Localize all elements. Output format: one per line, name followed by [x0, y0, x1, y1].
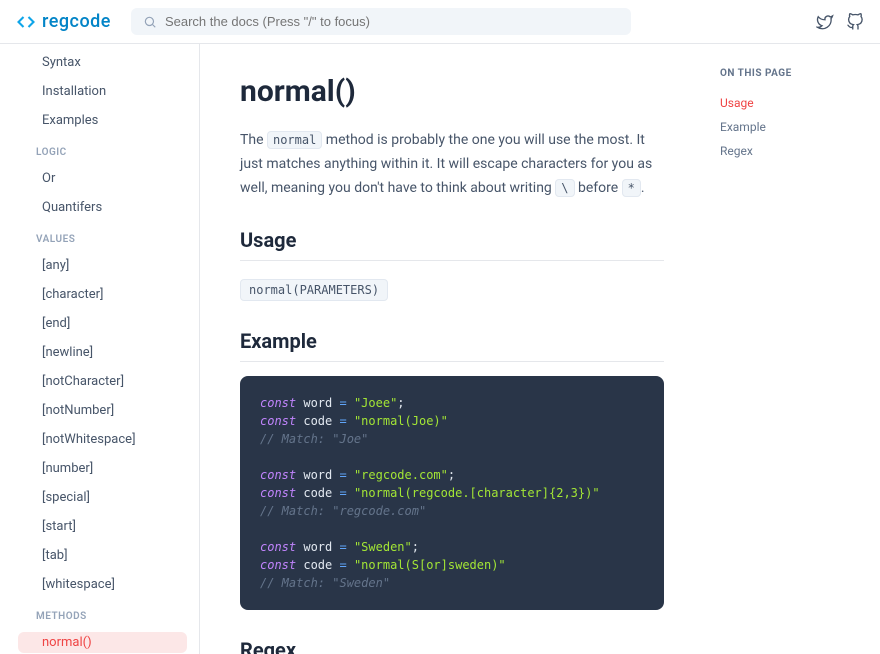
sidebar-item[interactable]: [special]	[18, 487, 187, 508]
sidebar-item[interactable]: [whitespace]	[18, 574, 187, 595]
page-title: normal()	[240, 74, 664, 109]
code-inline: *	[622, 179, 641, 197]
sidebar-item[interactable]: [any]	[18, 255, 187, 276]
code-inline: \	[555, 179, 574, 197]
sidebar-item[interactable]: [notCharacter]	[18, 371, 187, 392]
search-box[interactable]	[131, 8, 631, 35]
sidebar-group-label: LOGIC	[0, 135, 199, 164]
example-code-block: const word = "Joee"; const code = "norma…	[240, 376, 664, 610]
logo-icon	[16, 12, 36, 32]
sidebar-item[interactable]: Quantifers	[18, 197, 187, 218]
sidebar-item[interactable]: Syntax	[18, 52, 187, 73]
github-icon[interactable]	[846, 13, 864, 31]
toc: ON THIS PAGE UsageExampleRegex	[704, 44, 880, 654]
sidebar-item[interactable]: [end]	[18, 313, 187, 334]
heading-regex: Regex	[240, 638, 664, 654]
sidebar-item[interactable]: [notWhitespace]	[18, 429, 187, 450]
heading-example: Example	[240, 329, 664, 362]
sidebar-item[interactable]: [character]	[18, 284, 187, 305]
toc-item[interactable]: Usage	[720, 91, 864, 115]
toc-item[interactable]: Regex	[720, 139, 864, 163]
sidebar-item[interactable]: Examples	[18, 110, 187, 131]
sidebar: Syntax Installation Examples LOGIC Or Quantif…	[0, 44, 200, 654]
usage-code: normal(PARAMETERS)	[240, 279, 388, 301]
main-content: normal() The normal method is probably t…	[200, 44, 704, 654]
sidebar-group-label: VALUES	[0, 222, 199, 251]
intro-text: The normal method is probably the one yo…	[240, 129, 664, 200]
search-icon	[143, 15, 157, 29]
sidebar-item[interactable]: [start]	[18, 516, 187, 537]
brand-name: regcode	[42, 11, 111, 32]
sidebar-item[interactable]: Or	[18, 168, 187, 189]
heading-usage: Usage	[240, 228, 664, 261]
sidebar-item[interactable]: [notNumber]	[18, 400, 187, 421]
brand-logo[interactable]: regcode	[16, 11, 111, 32]
search-input[interactable]	[165, 14, 619, 29]
sidebar-item[interactable]: normal()	[18, 632, 187, 653]
sidebar-item[interactable]: [tab]	[18, 545, 187, 566]
sidebar-group-label: METHODS	[0, 599, 199, 628]
sidebar-item[interactable]: Installation	[18, 81, 187, 102]
toc-title: ON THIS PAGE	[720, 68, 864, 79]
toc-item[interactable]: Example	[720, 115, 864, 139]
twitter-icon[interactable]	[816, 13, 834, 31]
sidebar-item[interactable]: [number]	[18, 458, 187, 479]
code-inline: normal	[267, 131, 322, 149]
sidebar-item[interactable]: [newline]	[18, 342, 187, 363]
